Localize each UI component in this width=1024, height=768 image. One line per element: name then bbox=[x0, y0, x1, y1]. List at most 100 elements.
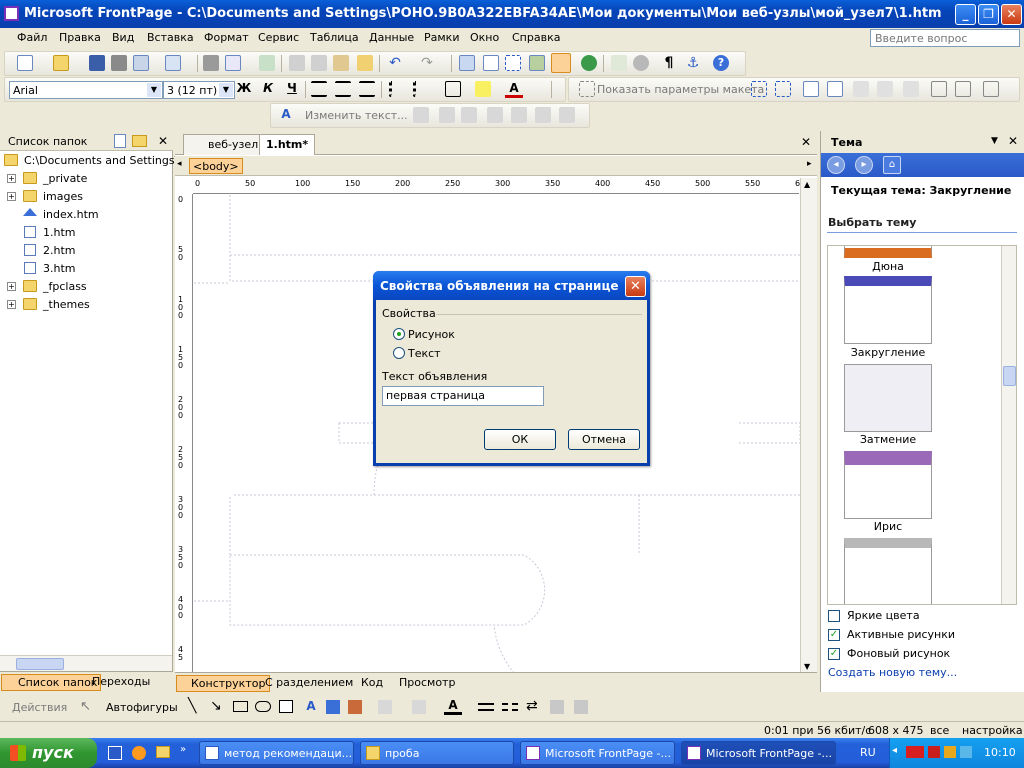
font-size-select[interactable]: 3 (12 пт) ▼ bbox=[163, 81, 235, 99]
theme-thumb-next[interactable] bbox=[844, 538, 932, 604]
hyperlink-icon[interactable] bbox=[581, 55, 597, 71]
tab-navigation[interactable]: Переходы bbox=[92, 675, 150, 688]
format-painter-icon[interactable] bbox=[357, 55, 373, 71]
quicklaunch-more-icon[interactable]: » bbox=[180, 744, 186, 755]
task-word-doc[interactable]: метод рекомендаци... bbox=[199, 741, 354, 765]
expand-icon[interactable]: + bbox=[7, 282, 16, 291]
insert-layer-icon[interactable] bbox=[505, 55, 521, 71]
ok-button[interactable]: ОК bbox=[484, 429, 556, 450]
font-color-icon[interactable]: A bbox=[444, 698, 462, 715]
text-art-icon[interactable]: A bbox=[277, 107, 295, 121]
menu-table[interactable]: Таблица bbox=[310, 31, 359, 44]
layout-cell-icon[interactable] bbox=[579, 81, 595, 97]
expand-icon[interactable]: + bbox=[7, 300, 16, 309]
paste-icon[interactable] bbox=[333, 55, 349, 71]
cell-format-icon[interactable] bbox=[803, 81, 819, 97]
pilcrow-icon[interactable]: ¶ bbox=[661, 55, 677, 71]
new-folder-icon[interactable] bbox=[132, 135, 147, 147]
tab-code[interactable]: Код bbox=[357, 675, 387, 692]
scroll-thumb[interactable] bbox=[16, 658, 64, 670]
tag-back-icon[interactable]: ◂ bbox=[177, 159, 182, 169]
autoshapes-menu[interactable]: Автофигуры bbox=[106, 701, 178, 714]
tray-expand-icon[interactable]: ◂ bbox=[892, 745, 897, 756]
folder-hscrollbar[interactable] bbox=[0, 655, 172, 671]
menu-view[interactable]: Вид bbox=[112, 31, 134, 44]
task-probe[interactable]: проба bbox=[360, 741, 514, 765]
edit-text-button[interactable]: Изменить текст... bbox=[305, 109, 408, 122]
font-color-icon[interactable]: A bbox=[505, 81, 523, 98]
spacing-icon[interactable] bbox=[559, 107, 575, 123]
select-pointer-icon[interactable]: ↖ bbox=[80, 699, 91, 714]
close-window-button[interactable]: ✕ bbox=[1001, 4, 1022, 25]
theme-thumb-rounding[interactable] bbox=[844, 276, 932, 344]
theme-thumb-eclipse[interactable] bbox=[844, 364, 932, 432]
layout-table-icon[interactable] bbox=[751, 81, 767, 97]
close-pane-icon[interactable]: ✕ bbox=[158, 134, 168, 148]
redo-icon[interactable]: ↷ bbox=[419, 55, 435, 71]
highlight-icon[interactable] bbox=[475, 81, 491, 97]
expand-icon[interactable]: + bbox=[7, 192, 16, 201]
explorer-quicklaunch-icon[interactable] bbox=[156, 746, 170, 758]
copy-icon[interactable] bbox=[311, 55, 327, 71]
scroll-down-icon[interactable]: ▼ bbox=[804, 662, 810, 671]
ati-tray-icon[interactable] bbox=[906, 746, 924, 758]
print-icon[interactable] bbox=[203, 55, 219, 71]
textbox-icon[interactable] bbox=[279, 700, 293, 713]
current-theme-label[interactable]: Текущая тема: Закругление bbox=[831, 184, 1011, 197]
menu-frames[interactable]: Рамки bbox=[424, 31, 459, 44]
customize-status[interactable]: настройка bbox=[962, 724, 1023, 737]
menu-file[interactable]: Файл bbox=[17, 31, 47, 44]
cut-icon[interactable] bbox=[289, 55, 305, 71]
borders-icon[interactable] bbox=[445, 81, 461, 97]
menu-window[interactable]: Окно bbox=[470, 31, 499, 44]
browser-quicklaunch-icon[interactable] bbox=[132, 746, 146, 760]
open-folder-icon[interactable] bbox=[53, 55, 69, 71]
cancel-button[interactable]: Отмена bbox=[568, 429, 640, 450]
task-frontpage-1[interactable]: Microsoft FrontPage -... bbox=[520, 741, 675, 765]
menu-format[interactable]: Формат bbox=[204, 31, 249, 44]
close-pane-icon[interactable]: ✕ bbox=[1008, 134, 1018, 148]
columns-icon[interactable] bbox=[955, 81, 971, 97]
line-color-icon[interactable] bbox=[412, 700, 426, 714]
spelling-icon[interactable] bbox=[259, 55, 275, 71]
banner-text-input[interactable]: первая страница bbox=[382, 386, 544, 406]
save-icon[interactable] bbox=[89, 55, 105, 71]
show-layout-params-button[interactable]: Показать параметры макета bbox=[597, 83, 764, 96]
close-doc-icon[interactable]: ✕ bbox=[801, 135, 811, 149]
dash-style-icon[interactable] bbox=[502, 703, 518, 711]
picture-radio[interactable] bbox=[393, 328, 405, 340]
rectangle-icon[interactable] bbox=[233, 701, 248, 712]
new-page-icon[interactable] bbox=[114, 134, 126, 148]
publish-icon[interactable] bbox=[133, 55, 149, 71]
same-height-icon[interactable] bbox=[487, 107, 503, 123]
insert-table-icon[interactable] bbox=[483, 55, 499, 71]
tab-preview[interactable]: Просмотр bbox=[395, 675, 459, 692]
back-icon[interactable]: ◂ bbox=[827, 156, 845, 174]
menu-insert[interactable]: Вставка bbox=[147, 31, 194, 44]
help-icon[interactable]: ? bbox=[713, 55, 729, 71]
draw-cell-icon[interactable] bbox=[775, 81, 791, 97]
picture-icon[interactable] bbox=[348, 700, 362, 714]
undo-icon[interactable]: ↶ bbox=[387, 55, 403, 71]
body-tag[interactable]: <body> bbox=[189, 158, 243, 174]
drawing-icon[interactable] bbox=[551, 53, 571, 73]
minimize-button[interactable]: _ bbox=[955, 4, 976, 25]
menu-help[interactable]: Справка bbox=[512, 31, 560, 44]
tab-split[interactable]: С разделением bbox=[261, 675, 357, 692]
start-button[interactable]: пуск bbox=[0, 738, 97, 768]
insert-picture-icon[interactable] bbox=[529, 55, 545, 71]
bright-colors-checkbox[interactable] bbox=[828, 610, 840, 622]
new-page-icon[interactable] bbox=[17, 55, 33, 71]
tab-folder-list[interactable]: Список папок bbox=[1, 674, 102, 691]
align-center-icon[interactable] bbox=[335, 81, 351, 97]
clock[interactable]: 10:10 bbox=[984, 746, 1016, 759]
diagram-icon[interactable] bbox=[326, 700, 340, 714]
menu-tools[interactable]: Сервис bbox=[258, 31, 299, 44]
frontpage-app-icon[interactable] bbox=[4, 6, 19, 21]
word-quicklaunch-icon[interactable] bbox=[108, 746, 122, 760]
connect-icon[interactable] bbox=[903, 81, 919, 97]
text-radio[interactable] bbox=[393, 347, 405, 359]
oval-icon[interactable] bbox=[255, 701, 271, 712]
align-left-icon[interactable] bbox=[311, 81, 327, 97]
antivirus-tray-icon[interactable] bbox=[928, 746, 940, 758]
